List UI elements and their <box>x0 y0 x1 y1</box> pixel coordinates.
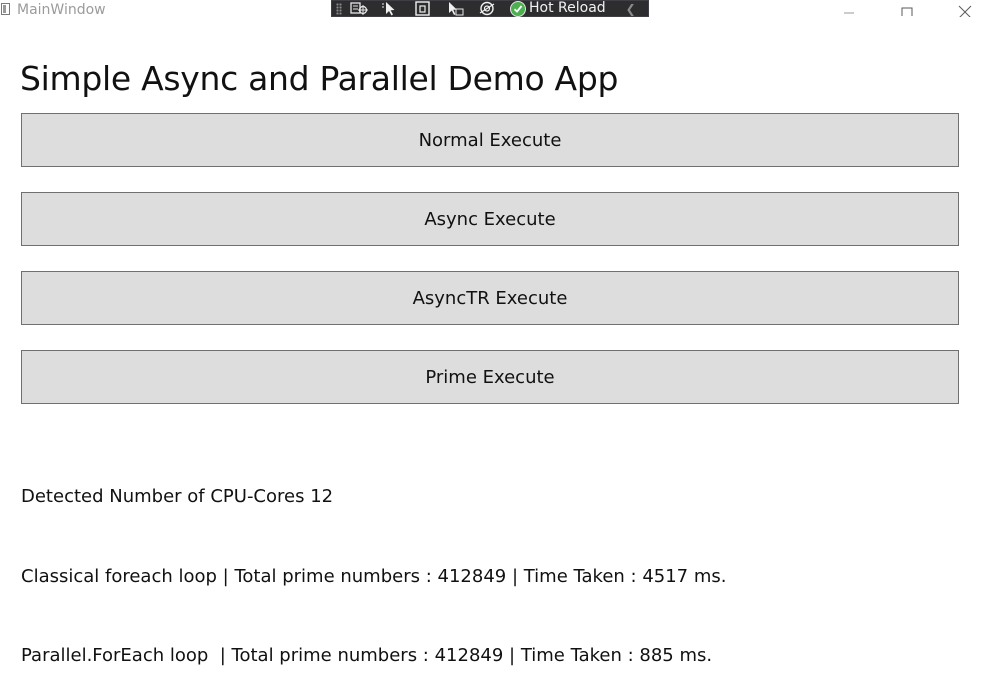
close-button[interactable] <box>942 0 988 20</box>
select-element-icon[interactable] <box>380 1 402 16</box>
checkmark-circle-icon <box>510 0 526 17</box>
app-icon <box>1 3 10 15</box>
page-title: Simple Async and Parallel Demo App <box>20 59 619 98</box>
layout-adorner-icon[interactable] <box>412 1 434 16</box>
track-focus-icon[interactable] <box>444 1 466 16</box>
xaml-debug-toolbar: Hot Reload ❮ <box>331 0 649 17</box>
chevron-left-icon[interactable]: ❮ <box>626 2 636 16</box>
live-visual-tree-icon[interactable] <box>348 1 370 16</box>
normal-execute-button[interactable]: Normal Execute <box>21 113 959 167</box>
cpu-cores-line: Detected Number of CPU-Cores 12 <box>21 486 334 507</box>
toolbar-grip[interactable] <box>336 2 342 15</box>
results-output: Detected Number of CPU-Cores 12 Classica… <box>21 431 726 696</box>
window-title: MainWindow <box>17 2 106 18</box>
minimize-icon <box>844 12 854 14</box>
minimize-button[interactable] <box>826 0 872 20</box>
title-bar: MainWindow Hot Reload ❮ <box>0 0 988 20</box>
async-execute-button[interactable]: Async Execute <box>21 192 959 246</box>
close-icon <box>958 5 972 17</box>
binding-failures-icon[interactable] <box>476 1 498 16</box>
hot-reload-indicator[interactable]: Hot Reload <box>510 0 606 17</box>
parallel-result-line: Parallel.ForEach loop | Total prime numb… <box>21 645 713 666</box>
hot-reload-label: Hot Reload <box>529 0 606 16</box>
asynctr-execute-button[interactable]: AsyncTR Execute <box>21 271 959 325</box>
maximize-icon <box>901 7 913 16</box>
foreach-result-line: Classical foreach loop | Total prime num… <box>21 565 727 587</box>
prime-execute-button[interactable]: Prime Execute <box>21 350 959 404</box>
maximize-button[interactable] <box>884 0 930 20</box>
